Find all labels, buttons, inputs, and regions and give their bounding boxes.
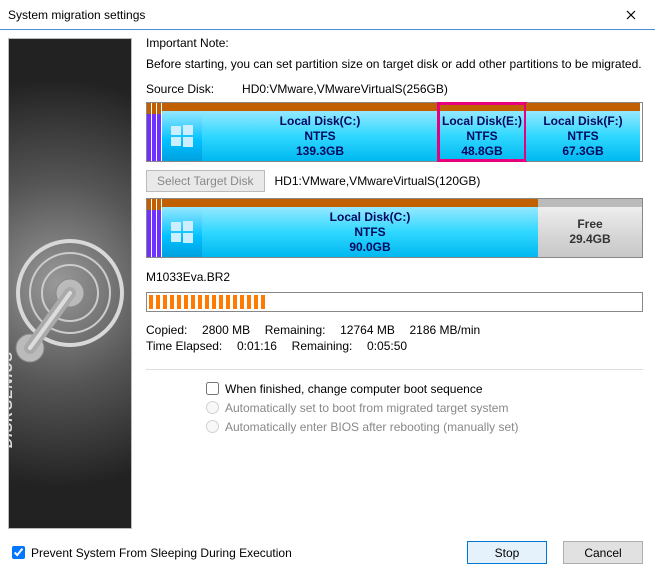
windows-icon <box>162 207 202 257</box>
note-body: Before starting, you can set partition s… <box>146 56 643 72</box>
boot-sequence-checkbox[interactable]: When finished, change computer boot sequ… <box>206 382 643 396</box>
main-panel: Important Note: Before starting, you can… <box>136 30 655 537</box>
system-strip <box>152 199 156 257</box>
window-title: System migration settings <box>8 8 608 22</box>
boot-options: When finished, change computer boot sequ… <box>146 382 643 434</box>
part-size: 48.8GB <box>461 144 502 159</box>
target-free-space[interactable]: Free 29.4GB <box>538 199 642 257</box>
remaining-label: Remaining: <box>265 322 326 338</box>
radio-auto-boot: Automatically set to boot from migrated … <box>206 401 643 415</box>
separator <box>146 369 643 370</box>
source-partition-f[interactable]: Local Disk(F:) NTFS 67.3GB <box>526 103 640 161</box>
part-name: Local Disk(C:) <box>280 114 361 129</box>
target-partition-c[interactable]: Local Disk(C:) NTFS 90.0GB <box>202 199 538 257</box>
part-size: 67.3GB <box>562 144 603 159</box>
radio-bios-input <box>206 420 219 433</box>
reserved-partition[interactable] <box>162 199 202 257</box>
system-strip <box>152 103 156 161</box>
copied-label: Copied: <box>146 322 187 338</box>
prevent-sleep-checkbox[interactable]: Prevent System From Sleeping During Exec… <box>12 546 292 560</box>
current-file: M1033Eva.BR2 <box>146 270 643 284</box>
time-remaining-label: Remaining: <box>292 338 353 354</box>
source-label: Source Disk: <box>146 82 214 96</box>
part-name: Local Disk(F:) <box>543 114 622 129</box>
titlebar: System migration settings <box>0 0 655 30</box>
free-label: Free <box>577 217 602 232</box>
content: DISKGENIUS Important Note: Before starti… <box>0 30 655 537</box>
target-disk-value: HD1:VMware,VMwareVirtualS(120GB) <box>275 174 481 188</box>
reserved-partition[interactable] <box>162 103 202 161</box>
rate-value: 2186 MB/min <box>410 322 481 338</box>
cancel-button[interactable]: Cancel <box>563 541 643 564</box>
system-strip <box>147 103 151 161</box>
source-partition-e[interactable]: Local Disk(E:) NTFS 48.8GB <box>438 103 526 161</box>
source-disk-value: HD0:VMware,VMwareVirtualS(256GB) <box>242 82 448 96</box>
system-strip <box>157 199 161 257</box>
part-size: 139.3GB <box>296 144 344 159</box>
brand-label: DISKGENIUS <box>8 351 15 448</box>
source-partition-c[interactable]: Local Disk(C:) NTFS 139.3GB <box>202 103 438 161</box>
elapsed-value: 0:01:16 <box>237 338 277 354</box>
boot-sequence-label: When finished, change computer boot sequ… <box>225 382 483 396</box>
side-illustration: DISKGENIUS <box>8 38 132 529</box>
copied-value: 2800 MB <box>202 322 250 338</box>
radio-auto-input <box>206 401 219 414</box>
source-row: Source Disk: HD0:VMware,VMwareVirtualS(2… <box>146 82 643 96</box>
note-title: Important Note: <box>146 36 643 50</box>
elapsed-label: Time Elapsed: <box>146 338 222 354</box>
part-size: 90.0GB <box>349 240 390 255</box>
time-remaining-value: 0:05:50 <box>367 338 407 354</box>
windows-icon <box>162 111 202 161</box>
progress-stats: Copied: 2800 MB Remaining: 12764 MB 2186… <box>146 322 643 354</box>
part-fs: NTFS <box>304 129 335 144</box>
part-fs: NTFS <box>354 225 385 240</box>
close-icon <box>626 10 636 20</box>
source-disk-bar[interactable]: Local Disk(C:) NTFS 139.3GB Local Disk(E… <box>146 102 643 162</box>
part-fs: NTFS <box>567 129 598 144</box>
select-target-disk-button[interactable]: Select Target Disk <box>146 170 265 192</box>
close-button[interactable] <box>608 1 653 29</box>
progress-fill <box>149 295 267 309</box>
radio-bios-label: Automatically enter BIOS after rebooting… <box>225 420 518 434</box>
target-row: Select Target Disk HD1:VMware,VMwareVirt… <box>146 170 643 192</box>
target-disk-bar[interactable]: Local Disk(C:) NTFS 90.0GB Free 29.4GB <box>146 198 643 258</box>
part-fs: NTFS <box>466 129 497 144</box>
free-size: 29.4GB <box>569 232 610 247</box>
radio-auto-label: Automatically set to boot from migrated … <box>225 401 508 415</box>
part-name: Local Disk(E:) <box>442 114 522 129</box>
prevent-sleep-label: Prevent System From Sleeping During Exec… <box>31 546 292 560</box>
boot-sequence-check-input[interactable] <box>206 382 219 395</box>
remaining-value: 12764 MB <box>340 322 395 338</box>
system-strip <box>147 199 151 257</box>
part-name: Local Disk(C:) <box>330 210 411 225</box>
footer: Prevent System From Sleeping During Exec… <box>0 537 655 574</box>
stop-button[interactable]: Stop <box>467 541 547 564</box>
system-strip <box>157 103 161 161</box>
prevent-sleep-input[interactable] <box>12 546 25 559</box>
progress-bar <box>146 292 643 312</box>
radio-bios: Automatically enter BIOS after rebooting… <box>206 420 643 434</box>
